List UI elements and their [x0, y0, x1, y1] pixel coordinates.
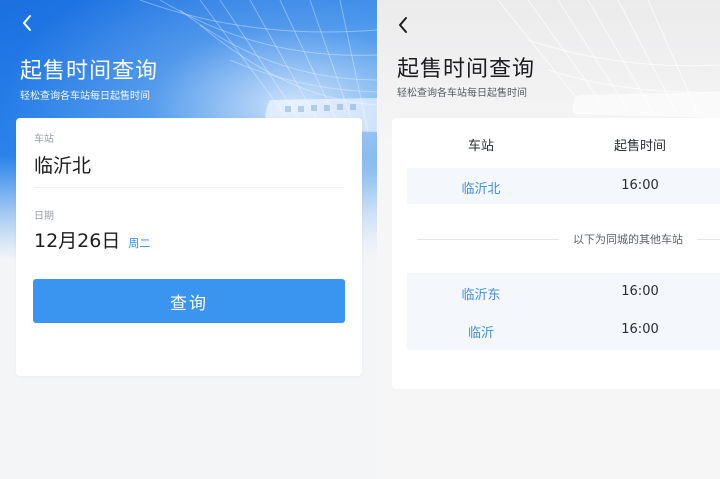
- page-subtitle: 轻松查询各车站每日起售时间: [20, 91, 150, 102]
- date-label: 日期: [34, 211, 54, 222]
- chevron-left-icon: [21, 14, 33, 32]
- start-time-value: 16:00: [621, 322, 659, 337]
- right-screen: 起售时间查询 轻松查询各车站每日起售时间 车站 起售时间 临沂北 16:00 以…: [378, 0, 720, 479]
- other-stations-group: 临沂东 16:00 临沂 16:00: [407, 273, 720, 350]
- station-link[interactable]: 临沂东: [421, 284, 541, 303]
- page-title: 起售时间查询: [397, 57, 536, 82]
- column-header-station: 车站: [467, 139, 494, 154]
- result-table-card: 车站 起售时间 临沂北 16:00 以下为同城的其他车站 临沂东 16:00 临…: [392, 118, 720, 389]
- page-subtitle: 轻松查询各车站每日起售时间: [397, 88, 527, 99]
- station-link[interactable]: 临沂北: [421, 178, 541, 197]
- start-time-value: 16:00: [621, 284, 659, 299]
- station-label: 车站: [34, 134, 54, 145]
- date-value: 12月26日: [34, 230, 121, 252]
- same-city-separator: 以下为同城的其他车站: [417, 230, 720, 248]
- station-field[interactable]: 临沂北: [34, 151, 91, 178]
- back-button[interactable]: [14, 10, 40, 36]
- back-button[interactable]: [390, 12, 416, 38]
- start-time-value: 16:00: [621, 178, 659, 193]
- date-field[interactable]: 12月26日 周二: [34, 226, 150, 253]
- query-button[interactable]: 查询: [33, 279, 345, 323]
- separator-line: [417, 238, 559, 240]
- separator-line: [697, 238, 720, 240]
- table-row-main[interactable]: 临沂北 16:00: [407, 168, 720, 204]
- weekday-label: 周二: [128, 237, 151, 250]
- divider: [34, 187, 344, 188]
- query-form-card: 车站 临沂北 日期 12月26日 周二 查询: [16, 118, 362, 376]
- chevron-left-icon: [397, 16, 409, 34]
- column-header-start-time: 起售时间: [613, 139, 666, 154]
- separator-text: 以下为同城的其他车站: [573, 233, 683, 246]
- station-link[interactable]: 临沂: [421, 322, 541, 341]
- page-title: 起售时间查询: [20, 59, 159, 84]
- left-screen: 起售时间查询 轻松查询各车站每日起售时间 车站 临沂北 日期 12月26日 周二…: [0, 0, 377, 479]
